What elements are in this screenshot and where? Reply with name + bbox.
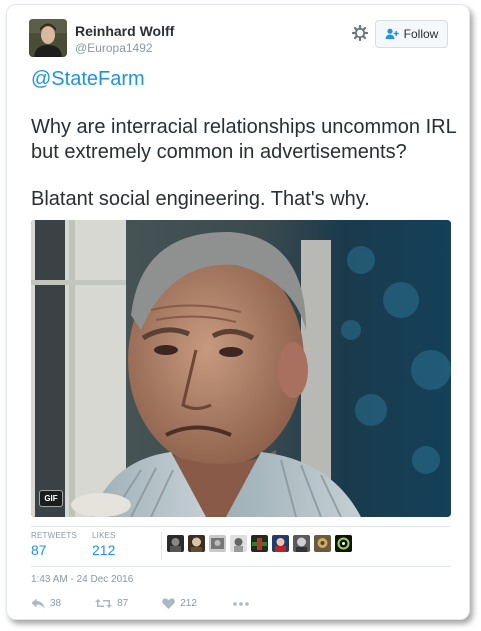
gif-badge: GIF <box>39 490 63 507</box>
mention-link[interactable]: @StateFarm <box>31 67 461 92</box>
like-button[interactable]: 212 <box>162 598 197 609</box>
retweets-count[interactable]: 87 <box>31 542 47 558</box>
liker-avatar[interactable] <box>293 535 310 552</box>
liker-avatar[interactable] <box>209 535 226 552</box>
retweets-label: RETWEETS <box>31 531 78 540</box>
tweet-timestamp[interactable]: 1:43 AM - 24 Dec 2016 <box>31 574 133 585</box>
more-button[interactable] <box>233 601 249 606</box>
likes-count[interactable]: 212 <box>92 542 115 558</box>
more-dots-icon <box>233 601 249 606</box>
tweet-card: Reinhard Wolff @Europa1492 Follow @State… <box>6 4 470 620</box>
liker-avatar[interactable] <box>188 535 205 552</box>
like-count: 212 <box>180 598 197 609</box>
liker-avatar[interactable] <box>230 535 247 552</box>
gear-icon[interactable] <box>351 24 369 43</box>
follow-button[interactable]: Follow <box>375 20 448 48</box>
user-avatar[interactable] <box>29 19 67 57</box>
heart-icon <box>162 598 176 609</box>
liker-avatars <box>167 535 352 552</box>
divider <box>31 566 451 567</box>
liker-avatar[interactable] <box>167 535 184 552</box>
liker-avatar[interactable] <box>314 535 331 552</box>
likes-label: LIKES <box>92 531 116 540</box>
liker-avatar[interactable] <box>251 535 268 552</box>
retweet-button[interactable]: 87 <box>95 598 128 609</box>
add-user-icon <box>385 28 399 39</box>
reply-count: 38 <box>50 598 62 609</box>
gif-frame-image <box>31 220 451 517</box>
follow-label: Follow <box>403 27 439 41</box>
reply-icon <box>31 598 45 609</box>
tweet-gif-media[interactable]: GIF <box>31 220 451 517</box>
tweet-text: @StateFarm Why are interracial relations… <box>31 67 461 234</box>
divider <box>31 526 451 527</box>
liker-avatar[interactable] <box>335 535 352 552</box>
user-display-name[interactable]: Reinhard Wolff <box>75 23 174 39</box>
reply-button[interactable]: 38 <box>31 598 61 609</box>
retweet-icon <box>95 599 113 608</box>
liker-avatar[interactable] <box>272 535 289 552</box>
tweet-actions: 38 87 212 <box>31 598 271 609</box>
stats-separator <box>161 532 162 560</box>
user-handle[interactable]: @Europa1492 <box>75 41 153 55</box>
tweet-paragraph: Blatant social engineering. That's why. <box>31 188 370 210</box>
tweet-paragraph: Why are interracial relationships uncomm… <box>31 116 456 163</box>
retweet-count: 87 <box>117 598 129 609</box>
